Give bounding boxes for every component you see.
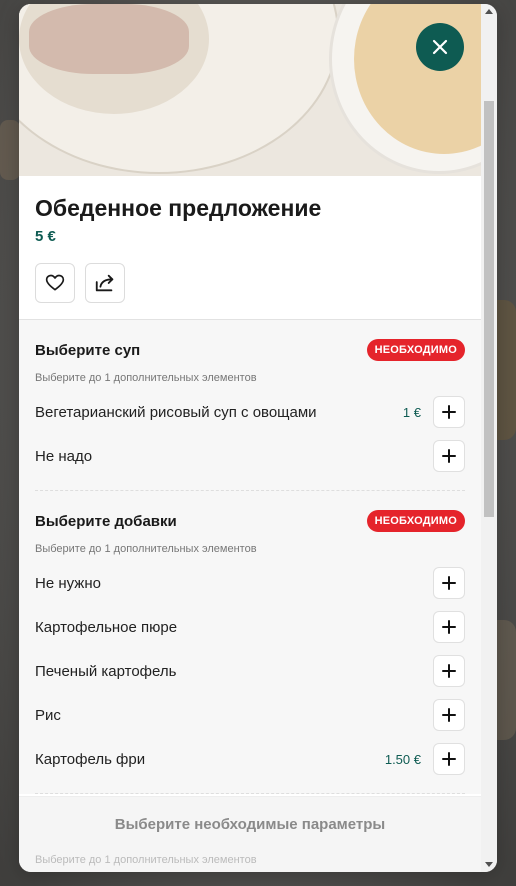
option-group-soup: Выберите суп НЕОБХОДИМО Выберите до 1 до…: [35, 320, 465, 491]
plus-icon: [442, 664, 456, 678]
heart-icon: [45, 274, 65, 291]
topping-shape: [29, 4, 189, 74]
option-item-label: Не нужно: [35, 574, 101, 592]
share-icon: [95, 274, 114, 292]
option-item[interactable]: Вегетарианский рисовый суп с овощами 1 €: [35, 390, 465, 434]
option-group-subtitle: Выберите до 1 дополнительных элементов: [35, 543, 257, 555]
add-option-button[interactable]: [433, 567, 465, 599]
scrollbar-thumb[interactable]: [484, 101, 494, 517]
option-item-label: Печеный картофель: [35, 662, 177, 680]
option-item-price: 1 €: [402, 404, 421, 420]
plus-icon: [442, 708, 456, 722]
plus-icon: [442, 752, 456, 766]
favorite-button[interactable]: [35, 263, 75, 303]
option-group-header: Выберите суп НЕОБХОДИМО: [35, 338, 465, 362]
product-header: Обеденное предложение 5 €: [19, 176, 481, 319]
choose-required-options-button[interactable]: Выберите необходимые параметры: [115, 816, 386, 833]
option-item-price: 1.50 €: [384, 751, 421, 767]
required-badge: НЕОБХОДИМО: [366, 510, 465, 532]
option-item-label: Картофель фри: [35, 750, 146, 768]
modal-scroll-area[interactable]: Обеденное предложение 5 € Выберите суп Н…: [19, 4, 481, 872]
option-group-subtitle: Выберите до 1 дополнительных элементов: [35, 372, 257, 384]
required-badge: НЕОБХОДИМО: [366, 339, 465, 361]
add-option-button[interactable]: [433, 655, 465, 687]
modal-scrollbar[interactable]: [481, 4, 497, 872]
product-image: [19, 4, 481, 176]
option-item-label: Картофельное пюре: [35, 618, 178, 636]
share-button[interactable]: [85, 263, 125, 303]
close-icon: [432, 39, 448, 55]
option-item[interactable]: Рис: [35, 693, 465, 737]
product-price: 5 €: [35, 228, 56, 245]
product-title: Обеденное предложение: [35, 195, 322, 221]
option-item[interactable]: Не надо: [35, 434, 465, 478]
plus-icon: [442, 449, 456, 463]
option-item-label: Вегетарианский рисовый суп с овощами: [35, 403, 317, 421]
next-group-subtitle-peek: Выберите до 1 дополнительных элементов: [35, 854, 257, 866]
scroll-up-arrow-icon[interactable]: [485, 9, 493, 14]
add-option-button[interactable]: [433, 743, 465, 775]
plus-icon: [442, 405, 456, 419]
option-item[interactable]: Картофельное пюре: [35, 605, 465, 649]
option-group-sides: Выберите добавки НЕОБХОДИМО Выберите до …: [35, 491, 465, 794]
plus-icon: [442, 620, 456, 634]
product-actions: [35, 263, 465, 303]
plus-icon: [442, 576, 456, 590]
options-section: Выберите суп НЕОБХОДИМО Выберите до 1 до…: [19, 319, 481, 794]
backdrop-shape: [0, 120, 20, 180]
add-option-button[interactable]: [433, 611, 465, 643]
add-option-button[interactable]: [433, 440, 465, 472]
option-item[interactable]: Картофель фри 1.50 €: [35, 737, 465, 781]
option-item-label: Рис: [35, 706, 61, 724]
option-group-header: Выберите добавки НЕОБХОДИМО: [35, 509, 465, 533]
option-group-title: Выберите суп: [35, 341, 141, 359]
close-button[interactable]: [416, 23, 464, 71]
scroll-down-arrow-icon[interactable]: [485, 862, 493, 867]
option-group-title: Выберите добавки: [35, 512, 177, 530]
add-option-button[interactable]: [433, 396, 465, 428]
option-item[interactable]: Печеный картофель: [35, 649, 465, 693]
modal-footer: Выберите необходимые параметры Выберите …: [19, 796, 481, 872]
product-modal: Обеденное предложение 5 € Выберите суп Н…: [19, 4, 497, 872]
option-item-label: Не надо: [35, 447, 93, 465]
add-option-button[interactable]: [433, 699, 465, 731]
option-item[interactable]: Не нужно: [35, 561, 465, 605]
